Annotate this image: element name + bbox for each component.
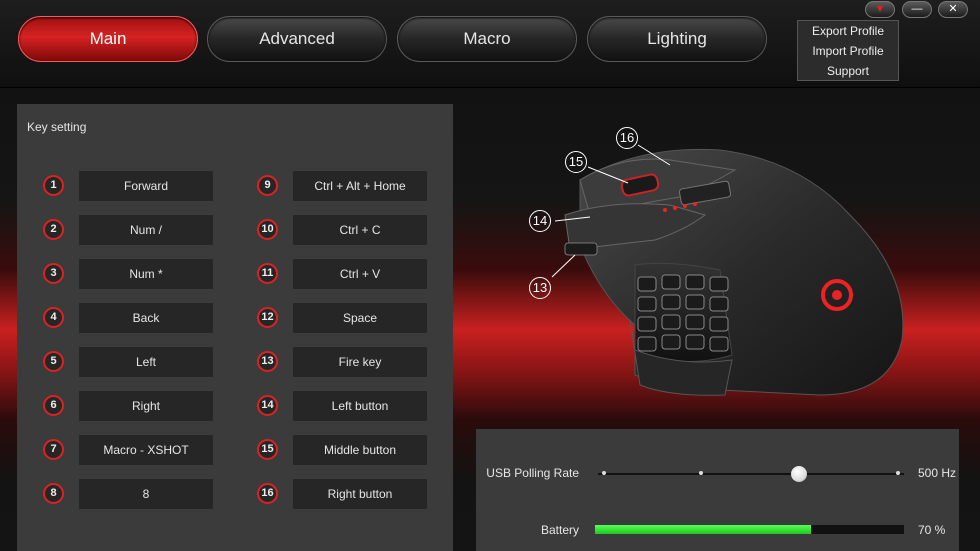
key-assign-button[interactable]: 8 <box>79 479 213 509</box>
key-number-badge: 16 <box>257 483 278 504</box>
key-number-badge: 13 <box>257 351 278 372</box>
key-number-badge: 14 <box>257 395 278 416</box>
mouse-illustration: 16 15 14 13 <box>470 105 980 425</box>
tab-macro[interactable]: Macro <box>397 16 577 62</box>
key-assign-button[interactable]: Ctrl + C <box>293 215 427 245</box>
close-button[interactable]: ✕ <box>938 1 968 18</box>
key-assign-button[interactable]: Num / <box>79 215 213 245</box>
key-number-badge: 6 <box>43 395 64 416</box>
key-number-badge: 12 <box>257 307 278 328</box>
key-assign-button[interactable]: Ctrl + Alt + Home <box>293 171 427 201</box>
menu-item-support[interactable]: Support <box>798 61 898 81</box>
key-assign-button[interactable]: Left button <box>293 391 427 421</box>
battery-value: 70 % <box>918 523 946 537</box>
battery-label: Battery <box>540 523 579 537</box>
slider-tick <box>699 471 703 475</box>
key-assign-button[interactable]: Right button <box>293 479 427 509</box>
callout-13: 13 <box>529 277 551 299</box>
usb-polling-value: 500 Hz <box>918 466 957 480</box>
menu-dropdown-button[interactable]: ▼ <box>865 1 895 18</box>
key-assign-button[interactable]: Left <box>79 347 213 377</box>
key-number-badge: 7 <box>43 439 64 460</box>
usb-polling-slider[interactable] <box>598 466 904 482</box>
key-number-badge: 5 <box>43 351 64 372</box>
minimize-button[interactable]: — <box>902 1 932 18</box>
tab-main[interactable]: Main <box>18 16 198 62</box>
key-setting-title: Key setting <box>27 120 87 134</box>
slider-tick <box>896 471 900 475</box>
battery-bar <box>595 525 904 534</box>
slider-tick <box>602 471 606 475</box>
key-number-badge: 9 <box>257 175 278 196</box>
callout-16: 16 <box>616 127 638 149</box>
tab-advanced[interactable]: Advanced <box>207 16 387 62</box>
key-number-badge: 8 <box>43 483 64 504</box>
key-assign-button[interactable]: Forward <box>79 171 213 201</box>
key-assign-button[interactable]: Back <box>79 303 213 333</box>
key-number-badge: 4 <box>43 307 64 328</box>
callout-15: 15 <box>565 151 587 173</box>
key-number-badge: 2 <box>43 219 64 240</box>
tab-lighting[interactable]: Lighting <box>587 16 767 62</box>
key-assign-button[interactable]: Space <box>293 303 427 333</box>
usb-polling-label: USB Polling Rate <box>486 466 579 480</box>
mouse-image <box>551 144 904 396</box>
profile-menu: Export Profile Import Profile Support <box>797 20 899 81</box>
key-setting-panel: Key setting 1 Forward 2 Num / 3 Num * 4 … <box>17 104 453 551</box>
menu-item-export-profile[interactable]: Export Profile <box>798 21 898 41</box>
key-assign-button[interactable]: Right <box>79 391 213 421</box>
key-number-badge: 1 <box>43 175 64 196</box>
menu-item-import-profile[interactable]: Import Profile <box>798 41 898 61</box>
device-settings-panel: USB Polling Rate 500 Hz Battery 70 % <box>476 429 959 551</box>
key-assign-button[interactable]: Middle button <box>293 435 427 465</box>
battery-fill <box>595 525 812 534</box>
key-number-badge: 11 <box>257 263 278 284</box>
key-assign-button[interactable]: Fire key <box>293 347 427 377</box>
callout-14: 14 <box>529 210 551 232</box>
slider-knob[interactable] <box>791 466 807 482</box>
key-number-badge: 3 <box>43 263 64 284</box>
key-number-badge: 10 <box>257 219 278 240</box>
key-number-badge: 15 <box>257 439 278 460</box>
top-bar: Main Advanced Macro Lighting ▼ — ✕ Expor… <box>0 0 980 88</box>
key-assign-button[interactable]: Num * <box>79 259 213 289</box>
key-assign-button[interactable]: Ctrl + V <box>293 259 427 289</box>
key-assign-button[interactable]: Macro - XSHOT <box>79 435 213 465</box>
